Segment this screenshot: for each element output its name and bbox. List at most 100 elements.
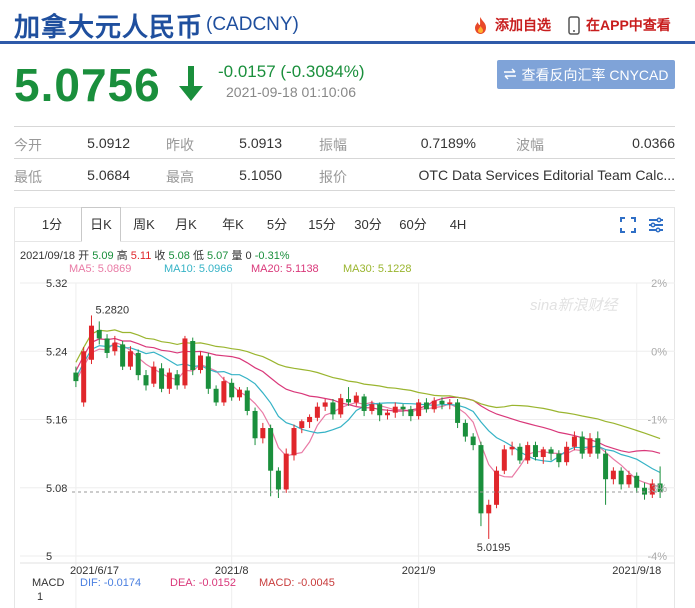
candle <box>556 450 562 468</box>
candle-body <box>548 449 554 454</box>
candle-body <box>221 381 227 403</box>
candle-body <box>610 470 616 480</box>
candle-body <box>369 404 375 411</box>
candle <box>182 335 188 389</box>
y-tick-label: 5 <box>46 551 52 563</box>
candle-body <box>299 421 305 429</box>
y-tick-label: 5.08 <box>46 483 67 495</box>
macd-axis-tick: 1 <box>37 591 44 603</box>
candle-body <box>73 372 79 382</box>
candle <box>447 399 453 410</box>
candle <box>166 368 172 394</box>
candle-body <box>361 396 367 411</box>
candle <box>361 393 367 417</box>
candle-body <box>330 402 336 415</box>
candle-body <box>120 344 126 367</box>
ma10-line <box>75 344 661 474</box>
candle <box>120 341 126 371</box>
candle-body <box>556 453 562 463</box>
candle <box>307 414 313 429</box>
candle <box>618 467 624 490</box>
candle-body <box>634 475 640 488</box>
candle-body <box>470 436 476 446</box>
candle <box>275 467 281 498</box>
axis-labels: 5.32 2% 5.24 0% 5.16 -1% 5.08 -3% 5 -4% 2021/6/17 2… <box>46 278 667 577</box>
y-tick-label-right: -4% <box>647 551 667 563</box>
candle <box>626 470 632 488</box>
candle <box>151 361 157 388</box>
candle <box>198 351 204 374</box>
candle <box>221 376 227 406</box>
max-price-label: 5.2820 <box>95 304 129 316</box>
moving-average-lines <box>75 329 661 488</box>
min-price-label: 5.0195 <box>477 542 511 554</box>
candle <box>548 446 554 461</box>
candle-body <box>338 398 344 415</box>
candle <box>81 346 87 407</box>
candle <box>338 393 344 418</box>
watermark: sina新浪财经 <box>530 297 620 314</box>
candle <box>587 433 593 458</box>
candle <box>509 441 515 456</box>
candle <box>494 466 500 509</box>
candle <box>353 392 359 406</box>
candlestick-chart: sina新浪财经 5.32 2% 5.24 0% 5.16 -1% 5.08 -3% 5 -4% 2… <box>20 278 675 608</box>
candle <box>213 385 219 406</box>
candle <box>260 422 266 444</box>
candle-body <box>205 356 211 389</box>
x-tick-label: 2021/8 <box>215 565 249 577</box>
candle-body <box>307 416 313 423</box>
candle <box>455 399 461 429</box>
macd-dif: DIF: -0.0174 <box>80 577 142 589</box>
candle-body <box>353 395 359 403</box>
candle-body <box>81 351 87 403</box>
candle-body <box>314 406 320 418</box>
candle-body <box>423 402 429 410</box>
candle <box>579 431 585 459</box>
candle-body <box>322 402 328 407</box>
candle <box>408 405 414 422</box>
candle-body <box>229 382 235 398</box>
candle-body <box>252 410 258 439</box>
candle-body <box>392 406 398 413</box>
y-tick-label-right: 2% <box>651 278 667 290</box>
candle-body <box>462 422 468 437</box>
candle-body <box>268 428 274 471</box>
candle <box>190 337 196 376</box>
candle-body <box>127 351 133 367</box>
candle-body <box>400 406 406 410</box>
candle <box>532 441 538 461</box>
candle-body <box>159 368 165 389</box>
candle <box>478 441 484 527</box>
candle <box>642 482 648 500</box>
candle-body <box>603 453 609 480</box>
y-tick-label: 5.32 <box>46 278 67 290</box>
candle-body <box>190 341 196 371</box>
candle <box>423 398 429 413</box>
candle <box>377 402 383 422</box>
candle-body <box>104 338 110 353</box>
candle <box>486 499 492 539</box>
candle-body <box>112 342 118 352</box>
candle <box>416 399 422 420</box>
candle-body <box>244 390 250 411</box>
candle <box>314 402 320 422</box>
candle <box>205 352 211 394</box>
candle-body <box>236 389 242 398</box>
candle <box>462 419 468 442</box>
candle <box>73 366 79 388</box>
candle-body <box>384 412 390 416</box>
candle <box>229 378 235 401</box>
candle-body <box>439 400 445 405</box>
candle-body <box>525 445 531 461</box>
candle-body <box>135 352 141 376</box>
y-tick-label-right: -3% <box>647 483 667 495</box>
candle <box>610 467 616 485</box>
candle <box>330 399 336 420</box>
candle <box>174 370 180 390</box>
candle <box>96 321 102 345</box>
candle-body <box>564 446 570 463</box>
candle-body <box>486 504 492 514</box>
y-tick-label: 5.24 <box>46 346 67 358</box>
x-tick-label: 2021/9 <box>402 565 436 577</box>
